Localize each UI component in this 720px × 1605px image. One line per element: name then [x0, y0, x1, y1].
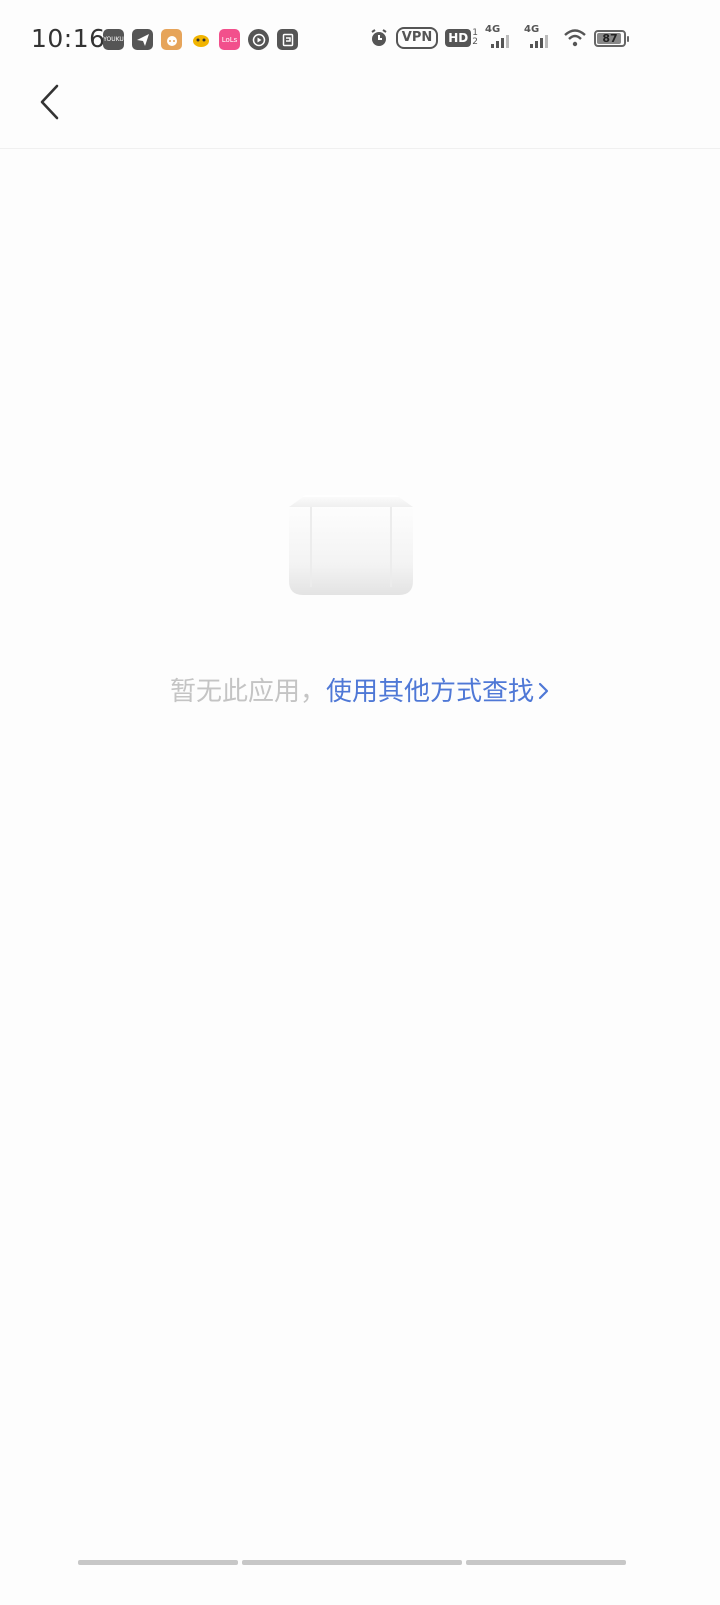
battery-indicator: 87 [594, 29, 629, 47]
signal-bars-icon [491, 35, 509, 48]
signal-4g-1-label: 4G [485, 24, 501, 35]
gesture-bar-segment [466, 1560, 626, 1565]
lofter-icon: LoLs [219, 29, 240, 50]
nav-header [0, 80, 720, 149]
empty-state-message: 暂无此应用，使用其他方式查找 [0, 672, 720, 712]
app-cat-icon [161, 29, 182, 50]
lofter-icon-label: LoLs [221, 35, 238, 44]
chevron-left-icon [40, 84, 59, 120]
vpn-indicator: VPN [395, 27, 439, 49]
wifi-icon [563, 29, 587, 47]
hd-sub-2: 2 [472, 37, 478, 47]
signal-4g-2: 4G [524, 24, 556, 49]
screen: 10:16 YOUKU LoLs VPN HD 1 2 4G 4G 87 暂无此… [0, 0, 720, 1605]
battery-level: 87 [602, 31, 618, 45]
empty-box-illustration [287, 495, 415, 596]
hd-label: HD [445, 29, 472, 47]
play-icon [248, 29, 269, 50]
gesture-bar-segment [242, 1560, 462, 1565]
gesture-bar [78, 1560, 626, 1565]
gesture-bar-segment [78, 1560, 238, 1565]
status-time: 10:16 [31, 24, 106, 53]
status-bar: 10:16 YOUKU LoLs VPN HD 1 2 4G 4G 87 [0, 0, 720, 80]
chevron-right-icon [538, 682, 549, 699]
signal-4g-1: 4G [485, 24, 517, 49]
telegram-icon [132, 29, 153, 50]
hd-indicator: HD 1 2 [445, 29, 478, 47]
notification-app-icons: YOUKU LoLs [103, 29, 298, 50]
youku-icon-label: YOUKU [103, 36, 124, 43]
back-button[interactable] [28, 80, 72, 124]
note-icon [277, 29, 298, 50]
empty-state-text: 暂无此应用， [169, 677, 326, 707]
app-smiley-icon [190, 29, 211, 50]
find-other-way-link[interactable]: 使用其他方式查找 [326, 677, 550, 707]
empty-box-icon [289, 495, 413, 595]
system-status-icons: VPN HD 1 2 4G 4G 87 [369, 24, 629, 49]
find-other-way-label: 使用其他方式查找 [326, 677, 535, 707]
signal-bars-icon [530, 35, 548, 48]
alarm-icon [369, 28, 389, 48]
youku-icon: YOUKU [103, 29, 124, 50]
signal-4g-2-label: 4G [524, 24, 540, 35]
